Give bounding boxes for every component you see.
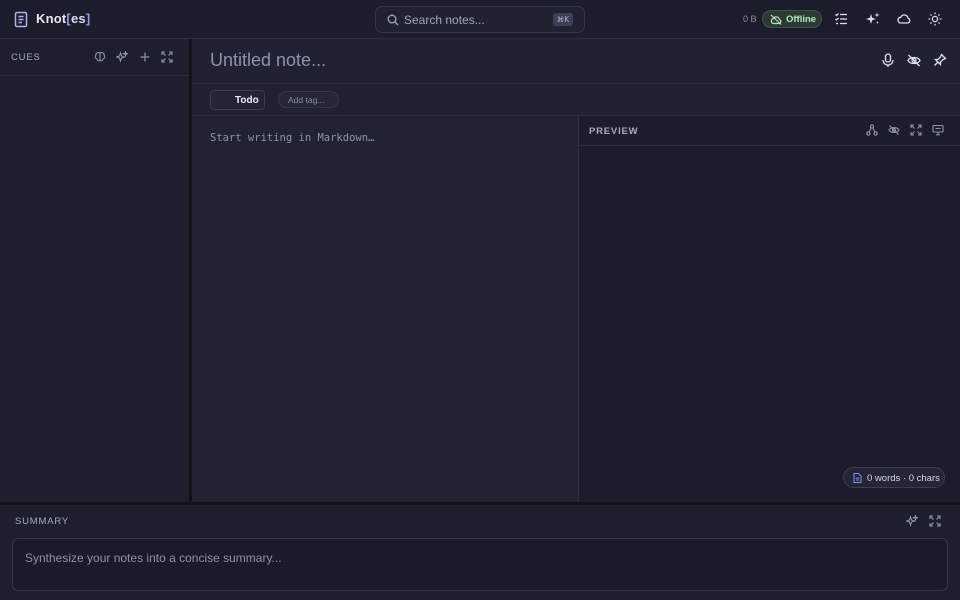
cloud-icon[interactable]	[897, 12, 911, 26]
document-icon	[853, 473, 862, 483]
cues-title: CUES	[11, 52, 41, 63]
expand-icon[interactable]	[910, 124, 922, 136]
notebook-logo-icon	[13, 11, 29, 28]
summary-panel: SUMMARY Synthesize your notes into a con…	[0, 505, 960, 600]
brain-icon[interactable]	[94, 51, 106, 63]
summary-textarea[interactable]: Synthesize your notes into a concise sum…	[12, 538, 948, 591]
sparkles-icon[interactable]	[116, 51, 128, 63]
presentation-icon[interactable]	[932, 124, 944, 136]
eye-off-icon[interactable]	[907, 53, 921, 68]
checklist-icon[interactable]	[834, 12, 848, 26]
search-placeholder: Search notes...	[404, 13, 485, 27]
preview-panel: PREVIEW	[578, 116, 960, 502]
word-count-badge: 0 words · 0 chars	[843, 467, 945, 488]
search-icon	[387, 14, 399, 26]
note-title-input[interactable]: Untitled note...	[210, 50, 326, 71]
app-name-bracket-close: ]	[85, 11, 91, 26]
summary-placeholder: Synthesize your notes into a concise sum…	[25, 551, 282, 565]
preview-title: PREVIEW	[589, 126, 639, 137]
preview-header: PREVIEW	[579, 116, 960, 146]
add-tag-input[interactable]: Add tag...	[278, 91, 339, 108]
app-name-suffix: es	[70, 11, 86, 26]
add-tag-placeholder: Add tag...	[288, 95, 325, 105]
sparkles-icon[interactable]	[906, 515, 918, 527]
expand-icon[interactable]	[161, 51, 173, 63]
graph-icon[interactable]	[866, 124, 878, 136]
offline-label: Offline	[786, 14, 817, 25]
expand-icon[interactable]	[929, 515, 941, 527]
app-name: Knot	[36, 11, 67, 26]
storage-size: 0 B	[743, 14, 757, 24]
cloud-off-icon	[770, 14, 782, 25]
sparkles-icon[interactable]	[866, 12, 880, 26]
cues-panel: CUES	[0, 39, 189, 502]
editor-panel: Untitled note... Todo Add tag... Start w…	[192, 39, 960, 502]
plus-icon[interactable]	[139, 51, 151, 63]
microphone-icon[interactable]	[881, 53, 895, 68]
search-input[interactable]: Search notes... ⌘K	[375, 6, 585, 33]
title-row: Untitled note...	[192, 39, 960, 84]
pin-icon[interactable]	[933, 53, 947, 68]
sun-icon[interactable]	[928, 12, 942, 26]
app-logo[interactable]: Knot[es]	[36, 11, 90, 26]
word-count-text: 0 words · 0 chars	[867, 473, 940, 484]
eye-off-icon[interactable]	[888, 124, 900, 136]
tag-chip[interactable]: Todo	[210, 90, 265, 110]
search-shortcut-badge: ⌘K	[553, 13, 573, 26]
tag-row: Todo Add tag...	[192, 84, 960, 116]
tag-label: Todo	[235, 95, 259, 106]
cues-header: CUES	[0, 39, 189, 76]
markdown-editor[interactable]: Start writing in Markdown…	[192, 116, 578, 502]
markdown-placeholder: Start writing in Markdown…	[210, 132, 375, 144]
summary-title: SUMMARY	[15, 516, 69, 527]
offline-badge[interactable]: Offline	[762, 10, 822, 28]
